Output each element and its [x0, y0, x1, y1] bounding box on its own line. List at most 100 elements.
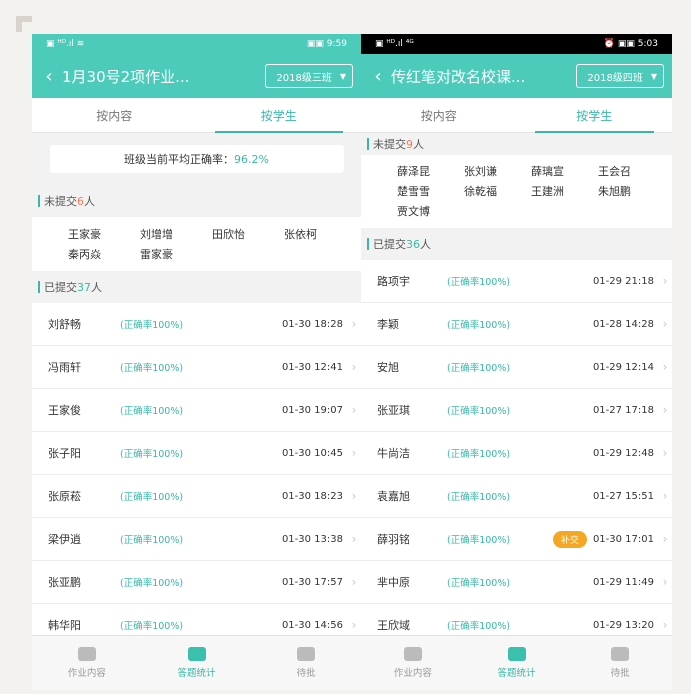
- row-submit-time: 01-29 13:20: [592, 619, 654, 631]
- row-student-name: 牛尚洁: [377, 447, 410, 460]
- table-row[interactable]: 冯雨轩 (正确率100%) 01-30 12:41 ›: [32, 346, 361, 389]
- nav-label: 待批: [296, 668, 316, 679]
- table-row[interactable]: 路项宇 (正确率100%) 01-29 21:18 ›: [361, 260, 672, 303]
- row-submit-time: 01-27 15:51: [592, 490, 654, 502]
- submitted-unit: 人: [91, 281, 102, 294]
- average-accuracy-area: 班级当前平均正确率： 96.2%: [32, 133, 361, 185]
- class-select-value: 2018级三班: [276, 72, 332, 84]
- student-name: 王会召: [598, 165, 631, 178]
- app-bar: ‹ 1月30号2项作业... 2018级三班 ▼: [32, 54, 361, 98]
- status-icons-right: ⏰ ▣▣ 5:03: [603, 39, 658, 49]
- caret-down-icon: ▼: [650, 71, 657, 81]
- submitted-label: 已提交: [44, 281, 77, 294]
- table-row[interactable]: 张子阳 (正确率100%) 01-30 10:45 ›: [32, 432, 361, 475]
- unsubmitted-names: 薛泽昆 张刘谦 薛璃宣 王会召 楚雪雪 徐乾福 王建洲 朱旭鹏 贾文博: [361, 155, 672, 228]
- row-accuracy: (正确率100%): [120, 363, 184, 374]
- row-student-name: 李颖: [377, 318, 399, 331]
- table-row[interactable]: 张亚鹏 (正确率100%) 01-30 17:57 ›: [32, 561, 361, 604]
- row-accuracy: (正确率100%): [447, 449, 511, 460]
- table-row[interactable]: 刘舒畅 (正确率100%) 01-30 18:28 ›: [32, 303, 361, 346]
- caret-down-icon: ▼: [339, 71, 346, 81]
- row-submit-time: 01-28 14:28: [592, 318, 654, 330]
- average-accuracy-value: 96.2%: [234, 152, 269, 166]
- status-bar: ▣ ᴴᴰ.ıl ≋ ▣▣ 9:59: [32, 34, 361, 54]
- tab-by-student[interactable]: 按学生: [197, 98, 362, 133]
- nav-label: 答题统计: [497, 668, 536, 679]
- row-student-name: 王欣域: [377, 619, 410, 632]
- tab-by-content[interactable]: 按内容: [361, 98, 517, 132]
- class-select[interactable]: 2018级四班 ▼: [576, 64, 664, 88]
- table-row[interactable]: 薛羽铭 (正确率100%) 补交 01-30 17:01 ›: [361, 518, 672, 561]
- back-arrow-icon[interactable]: ‹: [36, 66, 62, 87]
- student-name: 楚雪雪: [397, 185, 430, 198]
- chevron-right-icon: ›: [662, 489, 668, 503]
- chevron-right-icon: ›: [662, 446, 668, 460]
- row-accuracy: (正确率100%): [120, 578, 184, 589]
- table-row[interactable]: 袁嘉旭 (正确率100%) 01-27 15:51 ›: [361, 475, 672, 518]
- row-accuracy: (正确率100%): [447, 320, 511, 331]
- table-row[interactable]: 芈中原 (正确率100%) 01-29 11:49 ›: [361, 561, 672, 604]
- status-icons-left: ▣ ᴴᴰ.ıl ⁴ᴳ: [375, 39, 414, 49]
- row-accuracy: (正确率100%): [447, 535, 511, 546]
- page-title: 传红笔对改名校课...: [391, 67, 526, 86]
- table-row[interactable]: 梁伊逍 (正确率100%) 01-30 13:38 ›: [32, 518, 361, 561]
- late-submission-badge: 补交: [552, 530, 587, 548]
- row-accuracy: (正确率100%): [120, 492, 184, 503]
- table-row[interactable]: 王家俊 (正确率100%) 01-30 19:07 ›: [32, 389, 361, 432]
- student-name: 刘增增: [140, 228, 173, 241]
- document-icon: [403, 647, 422, 661]
- student-name: 薛璃宣: [531, 165, 564, 178]
- page-title: 1月30号2项作业...: [62, 67, 190, 86]
- submitted-list: 刘舒畅 (正确率100%) 01-30 18:28 › 冯雨轩 (正确率100%) 01-…: [32, 303, 361, 647]
- nav-homework-content[interactable]: 作业内容: [361, 636, 465, 690]
- bottom-nav: 作业内容 答题统计 待批: [361, 635, 672, 690]
- phone-screen-left: ▣ ᴴᴰ.ıl ≋ ▣▣ 9:59 ‹ 1月30号2项作业... 2018级三班…: [32, 34, 361, 690]
- review-icon: [611, 647, 630, 661]
- row-accuracy: (正确率100%): [120, 406, 184, 417]
- section-marker: [38, 195, 40, 207]
- table-row[interactable]: 牛尚洁 (正确率100%) 01-29 12:48 ›: [361, 432, 672, 475]
- table-row[interactable]: 李颖 (正确率100%) 01-28 14:28 ›: [361, 303, 672, 346]
- row-submit-time: 01-30 17:57: [281, 576, 343, 588]
- row-submit-time: 01-29 21:18: [592, 275, 654, 287]
- row-student-name: 薛羽铭: [377, 533, 410, 546]
- row-accuracy: (正确率100%): [120, 320, 184, 331]
- row-student-name: 梁伊逍: [48, 533, 81, 546]
- student-name: 薛泽昆: [397, 165, 430, 178]
- chart-icon: [187, 647, 206, 661]
- table-row[interactable]: 安旭 (正确率100%) 01-29 12:14 ›: [361, 346, 672, 389]
- row-student-name: 韩华阳: [48, 619, 81, 632]
- average-accuracy-label: 班级当前平均正确率：: [124, 153, 235, 166]
- table-row[interactable]: 张亚琪 (正确率100%) 01-27 17:18 ›: [361, 389, 672, 432]
- class-select[interactable]: 2018级三班 ▼: [265, 64, 353, 88]
- unsubmitted-header: 未提交 9 人: [361, 133, 672, 155]
- student-name: 王家豪: [68, 228, 101, 241]
- row-submit-time: 01-29 11:49: [592, 576, 654, 588]
- status-icons-left: ▣ ᴴᴰ.ıl ≋: [46, 39, 85, 49]
- nav-label: 作业内容: [67, 668, 106, 679]
- row-submit-time: 01-30 19:07: [281, 404, 343, 416]
- row-student-name: 冯雨轩: [48, 361, 81, 374]
- tab-by-content[interactable]: 按内容: [32, 98, 197, 132]
- tab-by-student[interactable]: 按学生: [517, 98, 673, 133]
- nav-pending-review[interactable]: 待批: [251, 636, 361, 690]
- submitted-count: 36: [406, 237, 420, 251]
- nav-label: 待批: [610, 668, 630, 679]
- row-submit-time: 01-30 18:28: [281, 318, 343, 330]
- nav-homework-content[interactable]: 作业内容: [32, 636, 142, 690]
- row-submit-time: 01-29 12:48: [592, 447, 654, 459]
- chevron-right-icon: ›: [662, 317, 668, 331]
- back-arrow-icon[interactable]: ‹: [365, 66, 391, 87]
- row-student-name: 路项宇: [377, 275, 410, 288]
- row-accuracy: (正确率100%): [447, 621, 511, 632]
- chevron-right-icon: ›: [662, 618, 668, 632]
- chart-icon: [507, 647, 526, 661]
- nav-answer-stats[interactable]: 答题统计: [142, 636, 252, 690]
- nav-pending-review[interactable]: 待批: [568, 636, 672, 690]
- row-student-name: 安旭: [377, 361, 399, 374]
- student-name: 雷家豪: [140, 248, 173, 261]
- row-accuracy: (正确率100%): [447, 277, 511, 288]
- table-row[interactable]: 张原菘 (正确率100%) 01-30 18:23 ›: [32, 475, 361, 518]
- student-name: 贾文博: [397, 205, 430, 218]
- nav-answer-stats[interactable]: 答题统计: [465, 636, 569, 690]
